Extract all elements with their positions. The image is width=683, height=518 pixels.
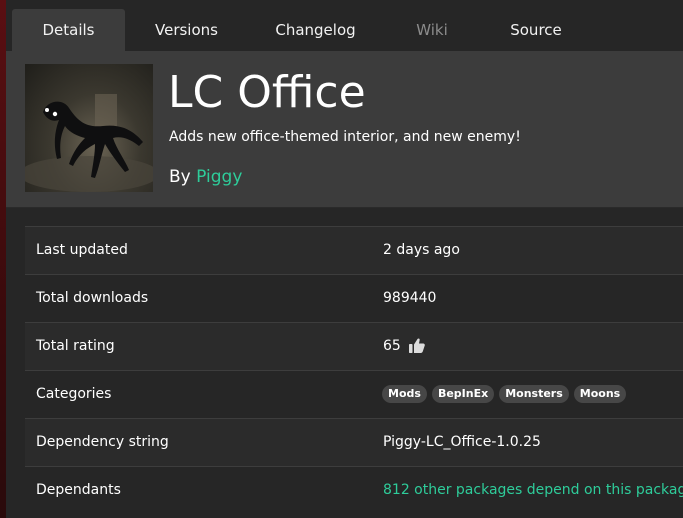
row-value[interactable]: Piggy-LC_Office-1.0.25 <box>383 419 541 466</box>
row-value: 989440 <box>383 290 437 306</box>
table-row-dependants: Dependants 812 other packages depend on … <box>25 466 683 514</box>
author-by-label: By <box>169 167 191 187</box>
row-label: Categories <box>36 386 112 402</box>
category-badges: Mods BepInEx Monsters Moons <box>382 385 627 403</box>
tab-source[interactable]: Source <box>486 9 586 51</box>
table-row-dependency-string: Dependency string Piggy-LC_Office-1.0.25 <box>25 418 683 466</box>
row-label: Dependants <box>36 482 121 498</box>
tab-wiki: Wiki <box>416 21 448 39</box>
table-row-last-updated: Last updated 2 days ago <box>25 226 683 274</box>
thumbs-up-icon[interactable] <box>409 326 426 373</box>
package-author: By Piggy <box>169 167 242 187</box>
table-row-total-downloads: Total downloads 989440 <box>25 274 683 322</box>
category-badge[interactable]: Moons <box>573 385 627 403</box>
package-description: Adds new office-themed interior, and new… <box>169 129 521 145</box>
category-badge[interactable]: Mods <box>382 385 427 403</box>
tab-details[interactable]: Details <box>12 9 125 51</box>
tab-versions[interactable]: Versions <box>130 9 243 51</box>
table-row-categories: Categories Mods BepInEx Monsters Moons <box>25 370 683 418</box>
package-thumbnail <box>25 64 153 192</box>
category-badge[interactable]: BepInEx <box>431 385 495 403</box>
package-header: LC Office Adds new office-themed interio… <box>6 51 683 208</box>
row-value: 2 days ago <box>383 242 460 258</box>
details-table: Last updated 2 days ago Total downloads … <box>25 226 683 514</box>
tab-changelog[interactable]: Changelog <box>253 9 378 51</box>
author-link[interactable]: Piggy <box>196 167 242 187</box>
row-label: Last updated <box>36 242 128 258</box>
tab-bar: Details Versions Changelog Wiki Source <box>6 9 683 51</box>
table-row-total-rating: Total rating 65 <box>25 322 683 370</box>
row-label: Total downloads <box>36 290 149 306</box>
package-title: LC Office <box>168 67 366 118</box>
rating-value-wrap: 65 <box>383 323 426 373</box>
category-badge[interactable]: Monsters <box>499 385 569 403</box>
row-label: Total rating <box>36 338 115 354</box>
monster-image-icon <box>25 94 153 192</box>
dependants-link[interactable]: 812 other packages depend on this packag… <box>383 467 683 514</box>
rating-value: 65 <box>383 338 401 354</box>
row-label: Dependency string <box>36 434 169 450</box>
